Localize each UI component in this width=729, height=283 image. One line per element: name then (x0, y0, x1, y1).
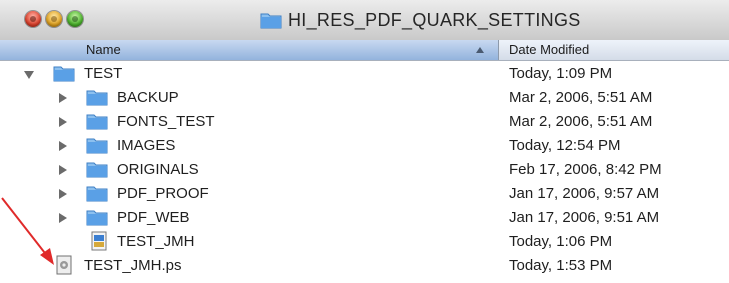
folder-icon (86, 186, 108, 202)
folder-icon (86, 114, 108, 130)
folder-icon (53, 66, 75, 82)
file-name: TEST_JMH.ps (84, 257, 182, 274)
list-item-originals[interactable]: ORIGINALS Feb 17, 2006, 8:42 PM (0, 157, 729, 181)
window-title-group: HI_RES_PDF_QUARK_SETTINGS (260, 8, 581, 32)
folder-icon (86, 162, 108, 178)
close-button[interactable] (25, 11, 41, 27)
window-title: HI_RES_PDF_QUARK_SETTINGS (288, 9, 581, 30)
zoom-button[interactable] (67, 11, 83, 27)
finder-window: HI_RES_PDF_QUARK_SETTINGS Name Date Modi… (0, 0, 729, 283)
folder-icon (86, 90, 108, 106)
folder-icon (86, 210, 108, 226)
date-modified-column-header[interactable]: Date Modified (509, 42, 589, 57)
list-item-images[interactable]: IMAGES Today, 12:54 PM (0, 133, 729, 157)
file-name: TEST_JMH (117, 233, 195, 250)
list-item-pdf-proof[interactable]: PDF_PROOF Jan 17, 2006, 9:57 AM (0, 181, 729, 205)
file-name: TEST (84, 65, 123, 82)
disclosure-collapsed-icon[interactable] (59, 189, 67, 199)
date-modified: Jan 17, 2006, 9:51 AM (509, 209, 660, 226)
disclosure-collapsed-icon[interactable] (59, 117, 67, 127)
date-modified: Today, 1:53 PM (509, 257, 613, 274)
disclosure-collapsed-icon[interactable] (59, 93, 67, 103)
list-item-test-jmh-ps[interactable]: TEST_JMH.ps Today, 1:53 PM (0, 253, 729, 277)
disclosure-collapsed-icon[interactable] (59, 165, 67, 175)
folder-icon (260, 13, 282, 29)
file-name: BACKUP (117, 89, 179, 106)
disclosure-expanded-icon[interactable] (24, 71, 34, 79)
list-item-pdf-web[interactable]: PDF_WEB Jan 17, 2006, 9:51 AM (0, 205, 729, 229)
date-modified: Jan 17, 2006, 9:57 AM (509, 185, 660, 202)
name-column-label: Name (86, 42, 121, 57)
date-modified: Mar 2, 2006, 5:51 AM (509, 113, 653, 130)
disclosure-collapsed-icon[interactable] (59, 141, 67, 151)
title-bar[interactable]: HI_RES_PDF_QUARK_SETTINGS (0, 0, 729, 41)
date-modified: Today, 1:06 PM (509, 233, 613, 250)
file-name: PDF_PROOF (117, 185, 209, 202)
file-name: FONTS_TEST (117, 113, 215, 130)
file-name: ORIGINALS (117, 161, 199, 178)
list-item-test[interactable]: TEST Today, 1:09 PM (0, 61, 729, 85)
disclosure-collapsed-icon[interactable] (59, 213, 67, 223)
name-column-header[interactable]: Name (0, 40, 499, 60)
folder-icon (86, 138, 108, 154)
file-name: IMAGES (117, 137, 176, 154)
date-modified: Feb 17, 2006, 8:42 PM (509, 161, 662, 178)
quark-document-icon (91, 231, 107, 251)
column-header-bar: Name Date Modified (0, 40, 729, 61)
list-item-backup[interactable]: BACKUP Mar 2, 2006, 5:51 AM (0, 85, 729, 109)
date-modified: Today, 1:09 PM (509, 65, 613, 82)
file-name: PDF_WEB (117, 209, 190, 226)
date-modified: Mar 2, 2006, 5:51 AM (509, 89, 653, 106)
list-item-test-jmh[interactable]: TEST_JMH Today, 1:06 PM (0, 229, 729, 253)
sort-ascending-icon (476, 47, 484, 53)
date-modified: Today, 12:54 PM (509, 137, 621, 154)
list-item-fonts-test[interactable]: FONTS_TEST Mar 2, 2006, 5:51 AM (0, 109, 729, 133)
minimize-button[interactable] (46, 11, 62, 27)
red-arrow-icon (1, 197, 54, 265)
